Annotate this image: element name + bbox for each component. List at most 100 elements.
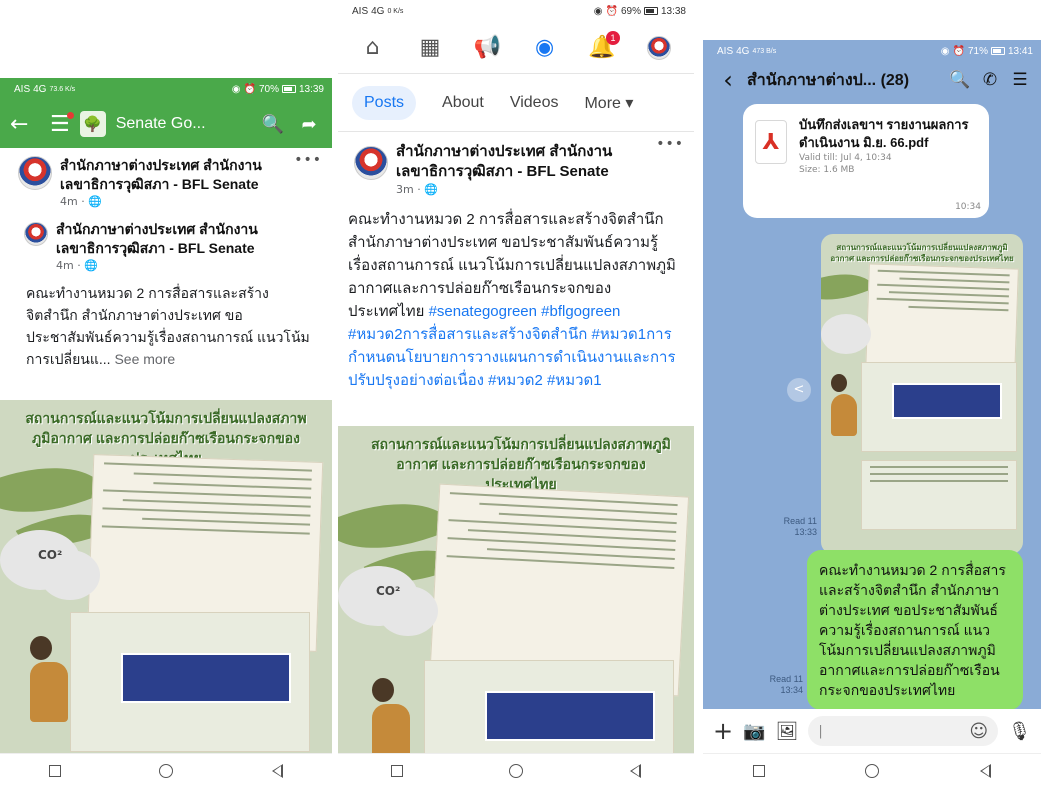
tab-more[interactable]: More ▾ (584, 93, 633, 113)
avatar[interactable] (354, 146, 388, 180)
carrier: AIS (14, 83, 31, 95)
avatar[interactable] (18, 156, 52, 190)
back-icon[interactable] (979, 763, 991, 778)
recents-icon[interactable] (49, 764, 62, 777)
recents-icon[interactable] (753, 764, 766, 777)
info-card (424, 660, 674, 753)
battery-icon (281, 85, 296, 93)
bell-icon[interactable]: 🔔 1 (584, 31, 620, 60)
chat-header: ‹ สำนักภาษาต่างป... (28) 🔍 ✆ ☰ (703, 62, 1041, 98)
post-header-1: สำนักภาษาต่างประเทศ สำนักงานเลขาธิการวุฒ… (0, 148, 332, 208)
battery-percent: 71% (967, 45, 988, 57)
screenshot-thumb (121, 653, 291, 703)
back-icon[interactable] (271, 763, 283, 778)
app-bar: ← ☰ 🌳 Senate Go... 🔍 ➦ (0, 100, 332, 148)
read-time: 13:34 (780, 685, 803, 695)
post-image[interactable]: สถานการณ์และแนวโน้มการเปลี่ยนแปลงสภาพภูม… (0, 400, 332, 753)
co2-label: CO² (38, 548, 63, 562)
microphone-icon[interactable]: 🎙 (1008, 721, 1031, 742)
megaphone-icon[interactable]: 📢 (469, 35, 505, 60)
chat-title[interactable]: สำนักภาษาต่างป... (28) (747, 68, 941, 93)
search-icon[interactable]: 🔍 (949, 70, 971, 90)
alarm-icon: ⏰ (952, 45, 965, 57)
pages-icon[interactable]: ▦ (412, 35, 448, 60)
eye-icon: ◉ (231, 83, 241, 95)
file-valid: Valid till: Jul 4, 10:34 (799, 153, 892, 163)
file-message[interactable]: ⅄ บันทึกส่งเลขาฯ รายงานผลการดำเนินงาน มิ… (743, 104, 989, 218)
tree-logo-icon: 🌳 (79, 111, 106, 137)
battery-icon (643, 7, 658, 15)
share-icon[interactable]: ➦ (296, 114, 322, 135)
page-tabs: Posts About Videos More ▾ (338, 74, 694, 132)
image-icon[interactable]: 🖼 (776, 721, 799, 742)
phone-call-icon[interactable]: ✆ (979, 70, 1001, 90)
profile-icon[interactable]: ◉ (527, 35, 563, 60)
file-name: บันทึกส่งเลขาฯ รายงานผลการดำเนินงาน มิ.ย… (799, 117, 969, 150)
emoji-icon[interactable]: ☺ (969, 721, 988, 742)
battery-percent: 69% (620, 5, 641, 17)
back-icon[interactable] (629, 763, 641, 778)
smoke-cloud (821, 314, 871, 354)
file-timestamp: 10:34 (955, 202, 981, 212)
battery-icon (990, 47, 1005, 55)
see-more-link[interactable]: See more (114, 351, 175, 367)
menu-icon[interactable]: ☰ (50, 111, 74, 137)
co2-label: CO² (376, 584, 401, 598)
info-card (861, 460, 1017, 530)
post-meta: 4m · 🌐 (56, 259, 98, 272)
image-message[interactable]: สถานการณ์และแนวโน้มการเปลี่ยนแปลงสภาพภูม… (821, 234, 1023, 554)
read-time: 13:33 (794, 527, 817, 537)
post-author[interactable]: สำนักภาษาต่างประเทศ สำนักงานเลขาธิการวุฒ… (56, 220, 286, 258)
phone-3-screen: AIS 4G 473 B/s ◉ ⏰ 71% 13:41 ‹ สำนักภาษาต่างป… (703, 40, 1041, 787)
eye-icon: ◉ (940, 45, 950, 57)
post-meta: 4m · 🌐 (60, 195, 102, 208)
camera-icon[interactable]: 📷 (743, 721, 765, 742)
alarm-icon: ⏰ (243, 83, 256, 95)
battery-percent: 70% (258, 83, 279, 95)
android-nav-bar (0, 753, 332, 787)
status-bar: AIS 4G 0 K/s ◉ ⏰ 69% 13:38 (338, 0, 694, 22)
avatar[interactable] (24, 222, 48, 246)
read-label: Read 11 (783, 516, 817, 526)
plus-icon[interactable]: + (713, 717, 733, 745)
recents-icon[interactable] (391, 764, 404, 777)
home-icon[interactable] (509, 763, 524, 778)
more-options-icon[interactable]: ••• (294, 152, 322, 168)
poster-title: สถานการณ์และแนวโน้มการเปลี่ยนแปลงสภาพภูม… (371, 436, 671, 492)
facebook-nav: ⌂ ▦ 📢 ◉ 🔔 1 (338, 22, 694, 74)
file-size: Size: 1.6 MB (799, 165, 855, 175)
home-icon[interactable] (159, 763, 174, 778)
message-input[interactable]: | ☺ (808, 716, 999, 746)
phone-1-header: AIS 4G 73.6 K/s ◉ ⏰ 70% 13:39 ← ☰ 🌳 Senate Go… (0, 78, 332, 148)
post-meta: 3m · 🌐 (396, 183, 438, 196)
text-message[interactable]: คณะทำงานหมวด 2 การสื่อสารและสร้างจิตสำนึ… (807, 550, 1023, 710)
post-author[interactable]: สำนักภาษาต่างประเทศ สำนักงานเลขาธิการวุฒ… (396, 142, 644, 182)
home-icon[interactable]: ⌂ (355, 35, 391, 60)
back-arrow-icon[interactable]: ← (10, 112, 40, 137)
tab-videos[interactable]: Videos (510, 94, 559, 112)
notification-badge: 1 (605, 31, 620, 45)
android-nav-bar (338, 753, 694, 787)
message-input-bar: + 📷 🖼 | ☺ 🎙 (703, 709, 1041, 753)
account-avatar[interactable] (641, 35, 677, 60)
read-receipt-1: Read 11 13:33 (773, 516, 817, 538)
post-author[interactable]: สำนักภาษาต่างประเทศ สำนักงานเลขาธิการวุฒ… (60, 156, 290, 194)
tab-posts[interactable]: Posts (352, 85, 417, 120)
android-nav-bar (703, 753, 1041, 787)
more-options-icon[interactable]: ••• (656, 136, 684, 152)
info-card (70, 612, 310, 752)
carrier: AIS (352, 5, 369, 17)
post-image[interactable]: สถานการณ์และแนวโน้มการเปลี่ยนแปลงสภาพภูม… (338, 426, 694, 753)
network-type: 4G (371, 5, 385, 17)
network-type: 4G (33, 83, 47, 95)
search-icon[interactable]: 🔍 (260, 114, 286, 135)
menu-icon[interactable]: ☰ (1009, 70, 1031, 90)
back-chevron-icon[interactable]: ‹ (717, 66, 739, 94)
phone-1-screen: AIS 4G 73.6 K/s ◉ ⏰ 70% 13:39 ← ☰ 🌳 Senate Go… (0, 78, 332, 787)
home-icon[interactable] (865, 763, 880, 778)
read-receipt-2: Read 11 13:34 (759, 674, 803, 696)
clock: 13:41 (1007, 45, 1033, 57)
tab-about[interactable]: About (442, 94, 484, 112)
cartoon-person (831, 374, 857, 436)
share-icon[interactable]: < (787, 378, 811, 402)
